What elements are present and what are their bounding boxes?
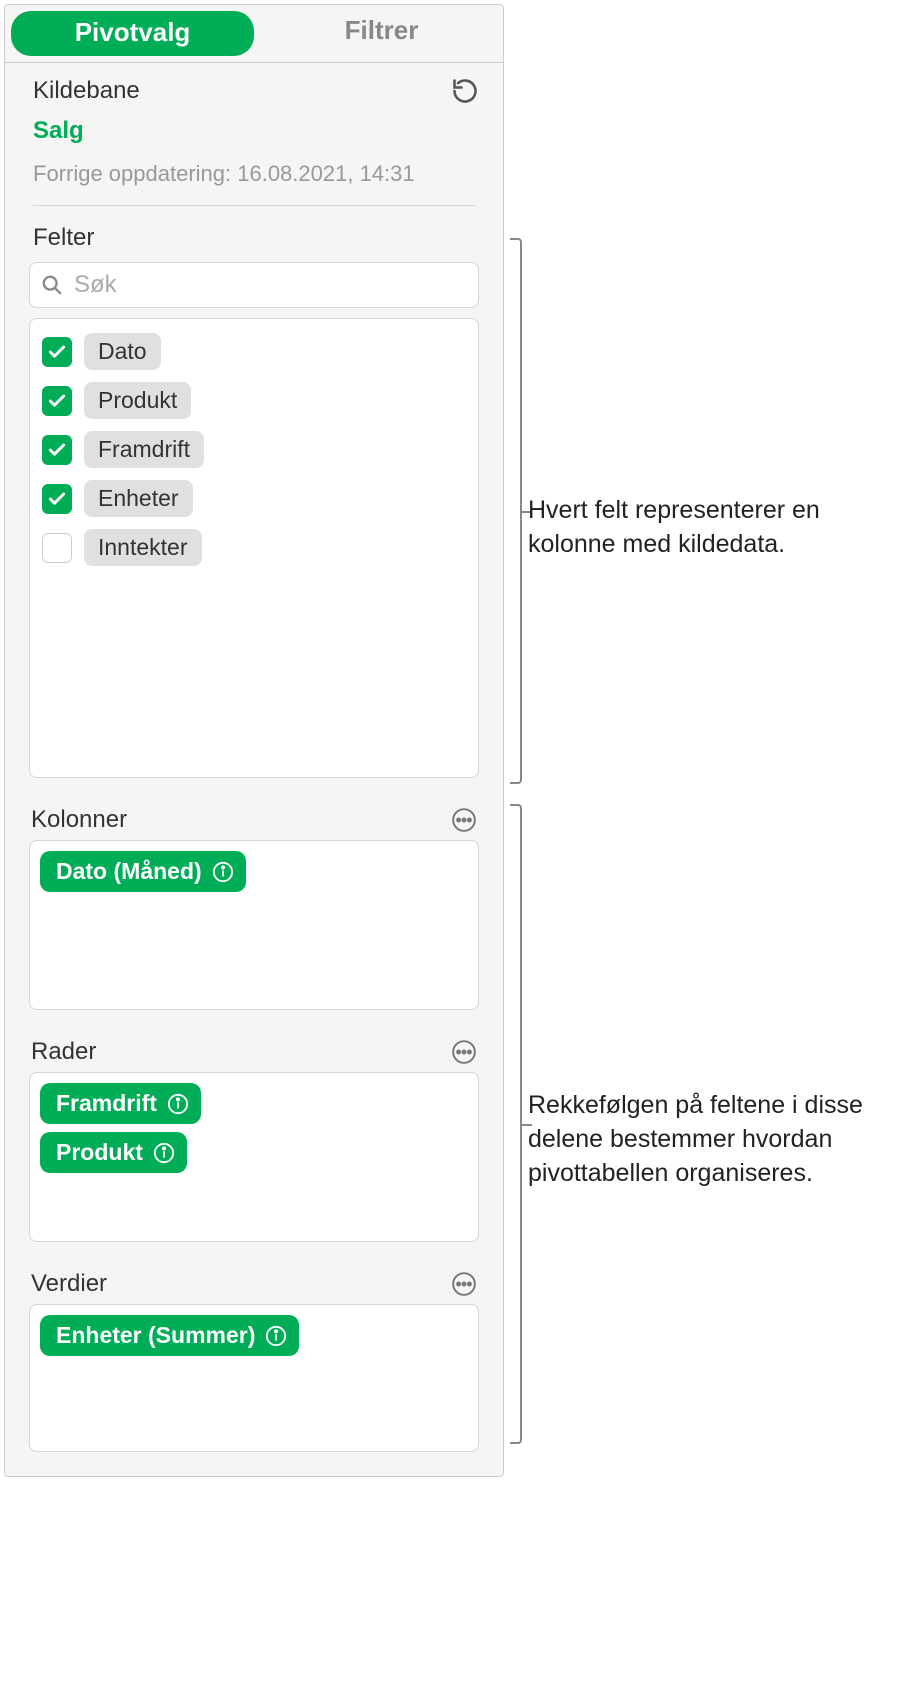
field-item: Inntekter [38,523,470,572]
rows-heading: Rader [31,1038,96,1066]
values-heading: Verdier [31,1270,107,1298]
field-chip[interactable]: Inntekter [84,529,202,566]
field-chip[interactable]: Framdrift [84,431,204,468]
field-chip[interactable]: Enheter [84,480,193,517]
search-input[interactable] [29,262,479,308]
field-checkbox[interactable] [42,386,72,416]
field-item: Framdrift [38,425,470,474]
field-checkbox[interactable] [42,484,72,514]
info-icon[interactable] [265,1325,287,1347]
field-chip[interactable]: Dato [84,333,161,370]
zone-pill[interactable]: Framdrift [40,1083,201,1124]
pill-label: Enheter (Summer) [56,1322,255,1349]
refresh-icon[interactable] [451,77,479,105]
fields-list: Dato Produkt Framdrift Enheter Inntekter [29,318,479,778]
field-item: Produkt [38,376,470,425]
zone-pill[interactable]: Enheter (Summer) [40,1315,299,1356]
callout-fields: Hvert felt representerer en kolonne med … [528,494,908,562]
field-checkbox[interactable] [42,533,72,563]
source-updated: Forrige oppdatering: 16.08.2021, 14:31 [5,151,503,205]
source-heading: Kildebane [33,77,140,105]
more-icon[interactable] [451,1271,477,1297]
values-dropzone[interactable]: Enheter (Summer) [29,1304,479,1452]
zone-pill[interactable]: Produkt [40,1132,187,1173]
info-icon[interactable] [153,1142,175,1164]
columns-heading: Kolonner [31,806,127,834]
more-icon[interactable] [451,807,477,833]
callout-bracket [510,238,522,784]
pill-label: Produkt [56,1139,143,1166]
field-checkbox[interactable] [42,435,72,465]
callout-bracket [510,804,522,1444]
callout-zones: Rekkefølgen på feltene i disse delene be… [528,1089,908,1190]
zone-pill[interactable]: Dato (Måned) [40,851,246,892]
field-chip[interactable]: Produkt [84,382,191,419]
field-checkbox[interactable] [42,337,72,367]
callouts-region: Hvert felt representerer en kolonne med … [504,4,919,1477]
field-item: Dato [38,327,470,376]
search-icon [41,274,63,296]
info-icon[interactable] [167,1093,189,1115]
info-icon[interactable] [212,861,234,883]
tab-pivot[interactable]: Pivotvalg [11,11,254,56]
columns-dropzone[interactable]: Dato (Måned) [29,840,479,1010]
tab-filter[interactable]: Filtrer [260,5,503,62]
more-icon[interactable] [451,1039,477,1065]
source-name: Salg [5,111,503,151]
pill-label: Dato (Måned) [56,858,202,885]
pill-label: Framdrift [56,1090,157,1117]
tab-bar: Pivotvalg Filtrer [5,5,503,63]
fields-heading: Felter [33,224,94,252]
rows-dropzone[interactable]: Framdrift Produkt [29,1072,479,1242]
pivot-options-panel: Pivotvalg Filtrer Kildebane Salg Forrige… [4,4,504,1477]
field-item: Enheter [38,474,470,523]
